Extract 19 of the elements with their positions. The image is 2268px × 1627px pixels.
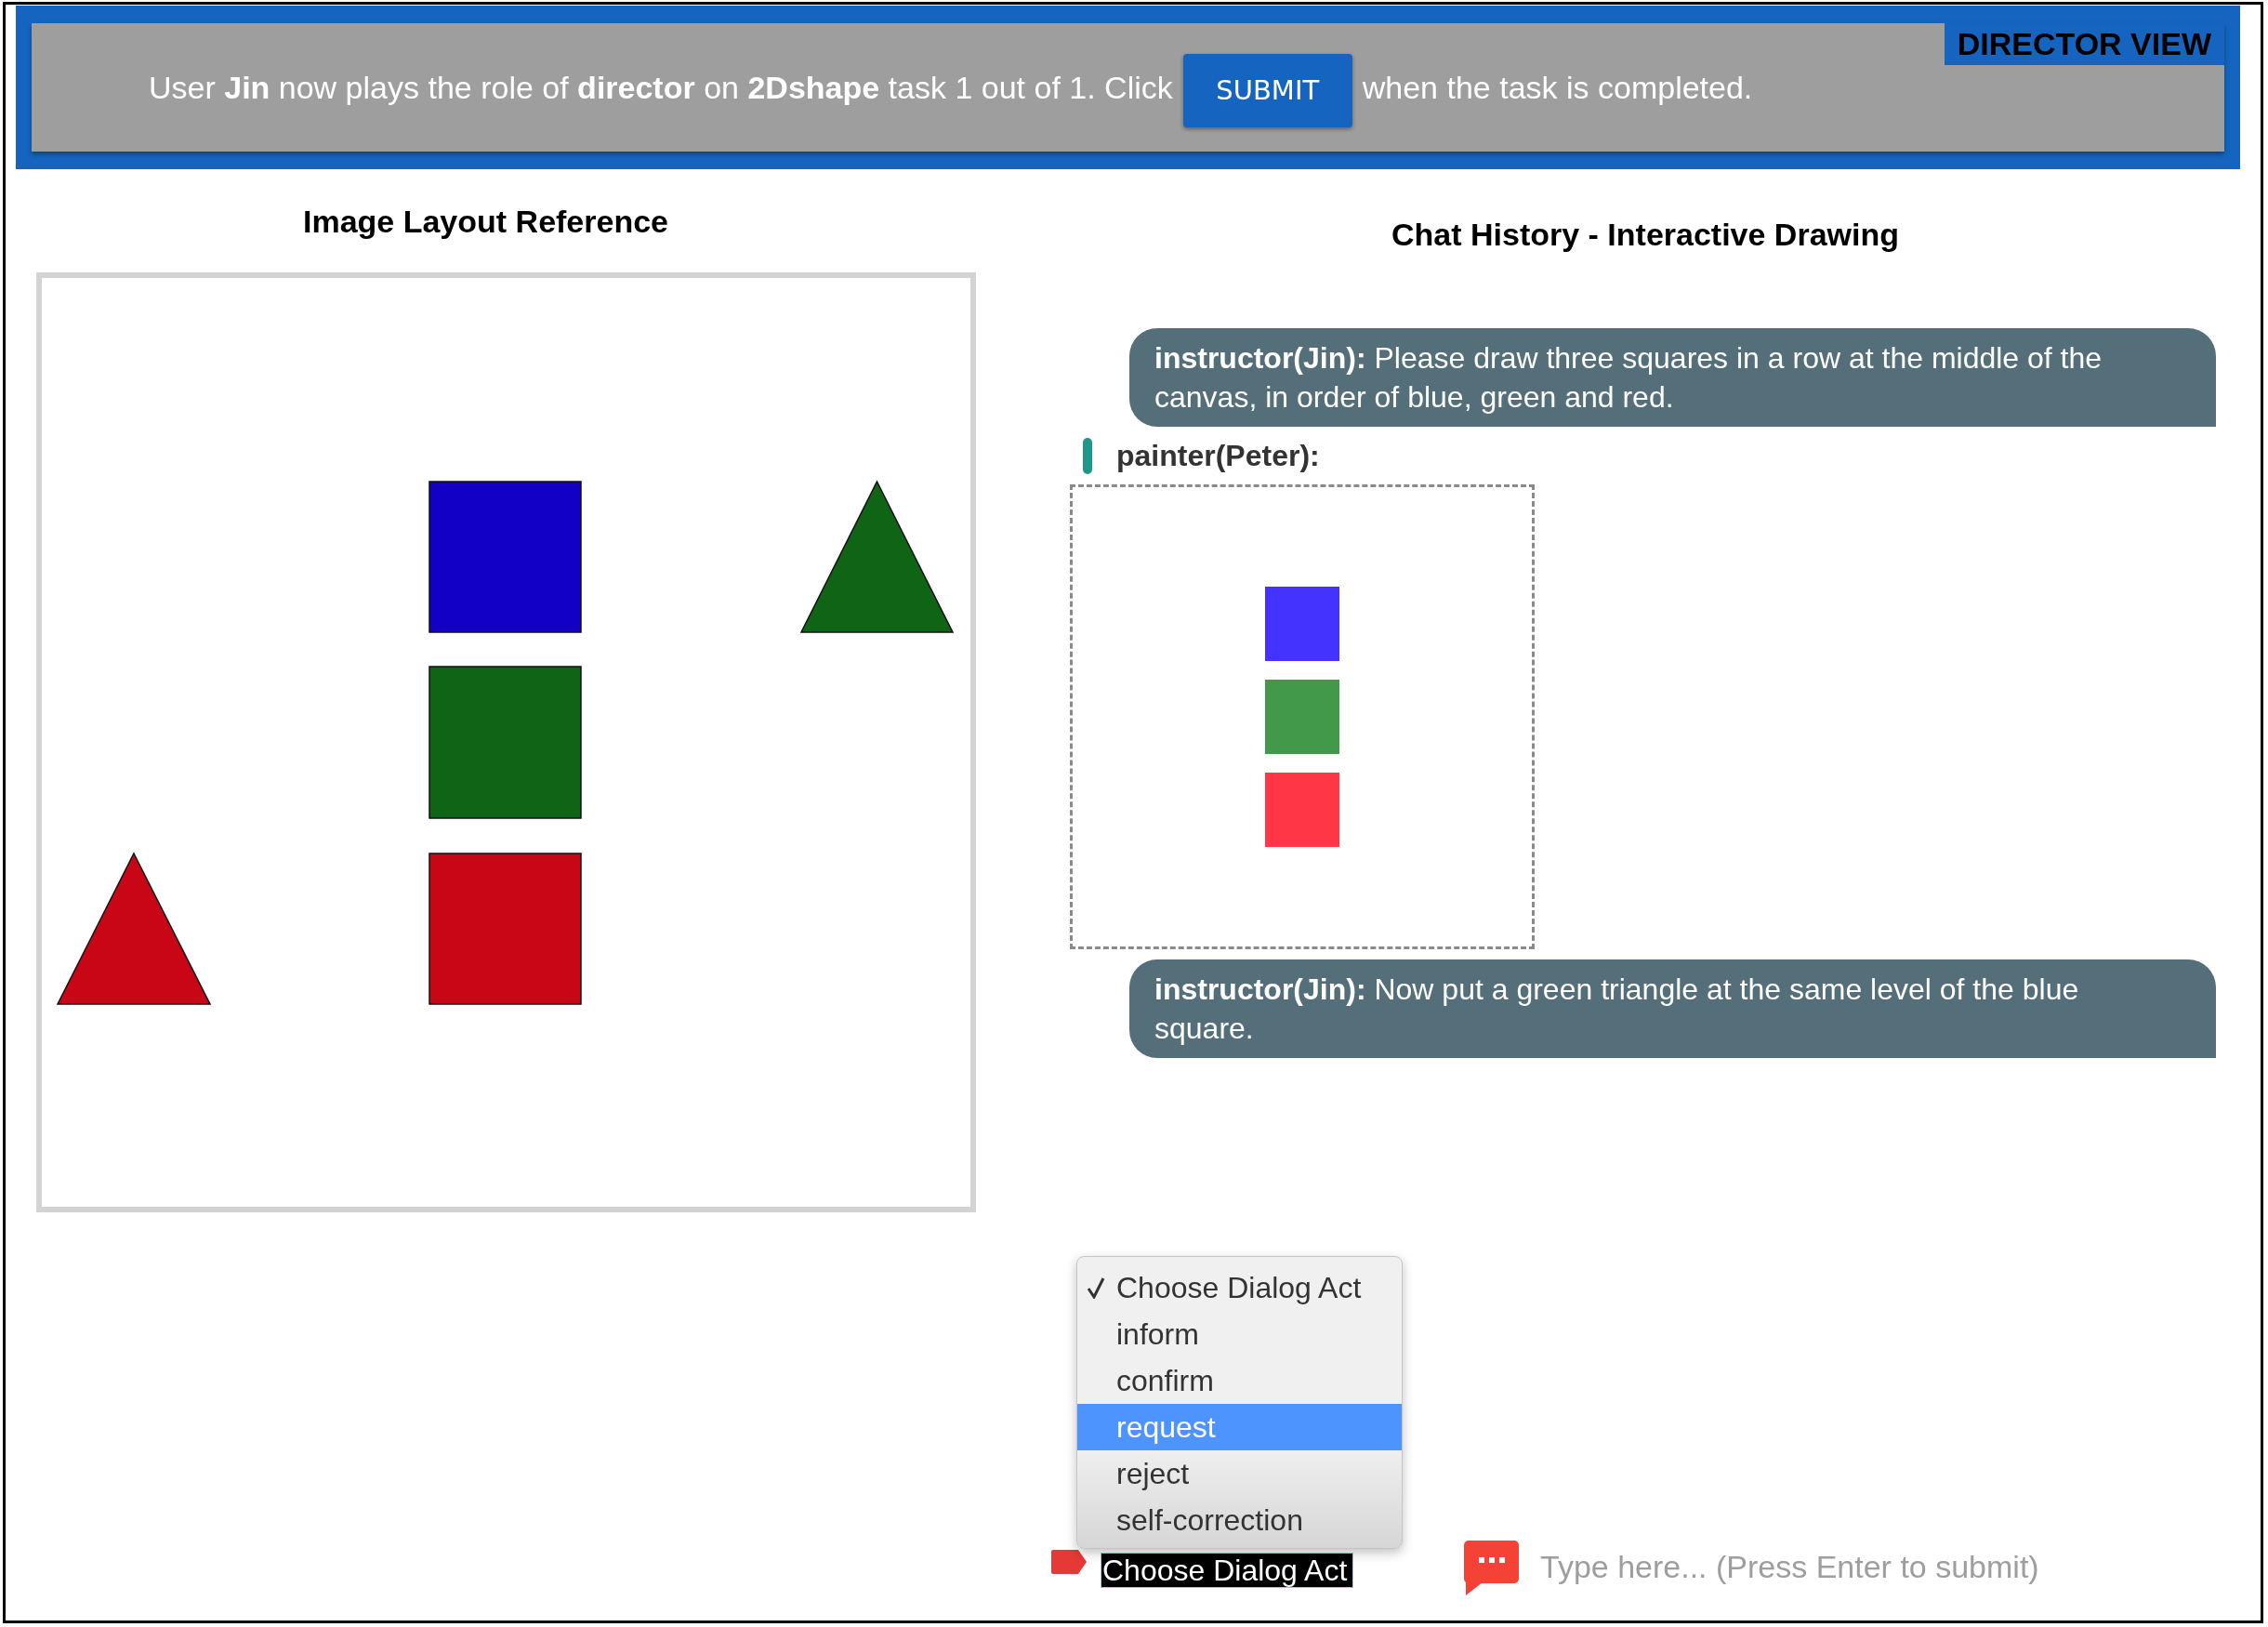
message-text: instructor(Jin): Now put a green triangle at the same level of the blue square. — [1154, 972, 2080, 1047]
message-text: instructor(Jin): Please draw three squares in a row at the middle of the canvas, in order of blue, green and red. — [1154, 340, 2103, 416]
speaker-marker-icon — [1083, 438, 1092, 474]
instruction-text: User Jin now plays the role of director on 2Dshape task 1 out of 1. Click — [149, 69, 1173, 106]
role-badge: DIRECTOR VIEW — [1944, 23, 2224, 65]
speaker-name: painter(Peter): — [1116, 438, 1320, 474]
menu-item[interactable]: Choose Dialog Act — [1077, 1264, 1402, 1311]
chat-bubble-icon — [1464, 1541, 1519, 1595]
panel-title: Image Layout Reference — [303, 203, 668, 240]
menu-item[interactable]: inform — [1077, 1311, 1402, 1357]
panel-title: Chat History - Interactive Drawing — [1391, 216, 1899, 253]
message-input[interactable]: Type here... (Press Enter to submit) — [1540, 1541, 2135, 1593]
dialog-act-select[interactable]: Choose Dialog Act — [1101, 1553, 1353, 1588]
tag-icon — [1051, 1549, 1088, 1575]
submit-button[interactable]: SUBMIT — [1182, 54, 1352, 127]
menu-item[interactable]: reject — [1077, 1450, 1402, 1497]
instruction-text: when the task is completed. — [1362, 69, 1753, 106]
menu-item[interactable]: self-correction — [1077, 1497, 1402, 1543]
menu-item[interactable]: confirm — [1077, 1357, 1402, 1404]
